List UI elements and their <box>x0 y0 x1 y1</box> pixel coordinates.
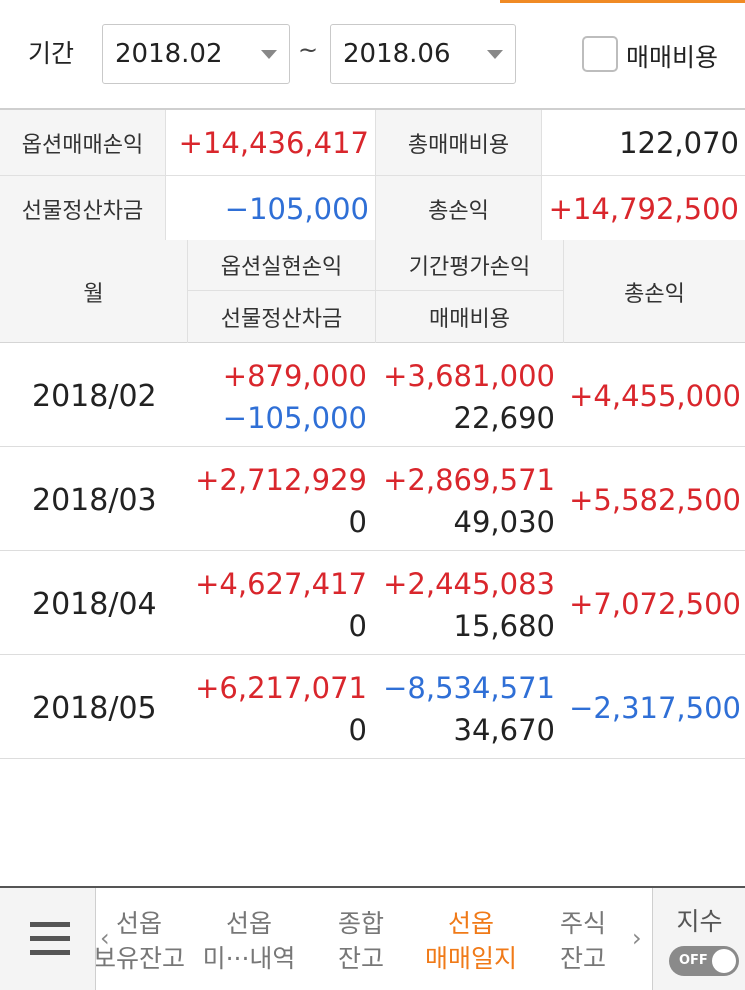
index-label: 지수 <box>676 907 723 936</box>
toggle-knob <box>712 949 736 973</box>
toggle-state-label: OFF <box>679 953 708 968</box>
row-option-realized: +4,627,417 <box>195 567 367 601</box>
tab-line1: 주식 <box>559 909 606 938</box>
index-panel: 지수 OFF <box>652 888 745 990</box>
summary-grid: 옵션매매손익 +14,436,417 총매매비용 122,070 선물정산차금 … <box>0 108 745 242</box>
period-filter: 기간 2018.02 ~ 2018.06 매매비용 <box>0 0 745 108</box>
index-toggle[interactable]: OFF <box>669 946 739 976</box>
row-period-eval: +3,681,000 <box>383 359 555 393</box>
row-fee: 22,690 <box>453 401 555 435</box>
table-header: 월 옵션실현손익 선물정산차금 기간평가손익 매매비용 총손익 <box>0 240 745 343</box>
period-from-value: 2018.02 <box>115 39 223 69</box>
header-futures-settle: 선물정산차금 <box>188 291 376 343</box>
period-from-select[interactable]: 2018.02 <box>102 24 290 84</box>
row-month: 2018/05 <box>32 691 157 726</box>
period-to-value: 2018.06 <box>343 39 451 69</box>
header-total: 총손익 <box>624 281 685 307</box>
include-fee-label[interactable]: 매매비용 <box>626 38 718 74</box>
table-row[interactable]: 2018/02 +879,000 −105,000 +3,681,000 22,… <box>0 343 745 447</box>
chevron-right-icon[interactable]: › <box>632 924 642 952</box>
header-option-realized: 옵션실현손익 <box>188 240 376 291</box>
row-period-eval: −8,534,571 <box>383 671 555 705</box>
period-label: 기간 <box>28 39 75 68</box>
period-separator: ~ <box>298 36 319 64</box>
tab-line2: 매매일지 <box>424 944 517 973</box>
tab-total-balance[interactable]: 종합 잔고 <box>306 906 416 976</box>
option-pl-value: +14,436,417 <box>166 110 376 176</box>
row-futures-settle: −105,000 <box>222 401 367 435</box>
row-month: 2018/03 <box>32 483 157 518</box>
bottom-nav: 선옵 보유잔고 선옵 미···내역 종합 잔고 선옵 매매일지 주식 잔고 ‹ … <box>0 886 745 990</box>
dropdown-caret-icon <box>487 50 503 59</box>
table-row[interactable]: 2018/05 +6,217,071 0 −8,534,571 34,670 −… <box>0 655 745 759</box>
chevron-left-icon[interactable]: ‹ <box>100 924 110 952</box>
row-futures-settle: 0 <box>348 609 367 643</box>
row-total: +5,582,500 <box>569 483 741 517</box>
header-period-eval: 기간평가손익 <box>376 240 564 291</box>
journal-table-body: 2018/02 +879,000 −105,000 +3,681,000 22,… <box>0 343 745 759</box>
row-fee: 34,670 <box>453 713 555 747</box>
row-option-realized: +879,000 <box>222 359 367 393</box>
tab-line2: 잔고 <box>337 944 384 973</box>
row-option-realized: +6,217,071 <box>195 671 367 705</box>
tab-line1: 선옵 <box>225 909 272 938</box>
row-month: 2018/02 <box>32 379 157 414</box>
tab-stock-balance[interactable]: 주식 잔고 <box>528 906 638 976</box>
row-total: −2,317,500 <box>569 691 741 725</box>
row-total: +7,072,500 <box>569 587 741 621</box>
total-fee-label: 총매매비용 <box>376 110 542 176</box>
hamburger-menu-icon[interactable] <box>0 888 96 990</box>
dropdown-caret-icon <box>261 50 277 59</box>
futures-settle-label: 선물정산차금 <box>0 176 166 242</box>
row-period-eval: +2,445,083 <box>383 567 555 601</box>
total-pl-value: +14,792,500 <box>542 176 745 242</box>
row-month: 2018/04 <box>32 587 157 622</box>
tab-futures-options-balance[interactable]: 선옵 보유잔고 <box>96 906 194 976</box>
tab-trade-journal[interactable]: 선옵 매매일지 <box>416 906 526 976</box>
tab-line2: 잔고 <box>559 944 606 973</box>
table-row[interactable]: 2018/04 +4,627,417 0 +2,445,083 15,680 +… <box>0 551 745 655</box>
total-fee-value: 122,070 <box>542 110 745 176</box>
tab-futures-options-unfilled[interactable]: 선옵 미···내역 <box>194 906 304 976</box>
futures-settle-value: −105,000 <box>166 176 376 242</box>
option-pl-label: 옵션매매손익 <box>0 110 166 176</box>
header-month: 월 <box>0 240 188 343</box>
table-row[interactable]: 2018/03 +2,712,929 0 +2,869,571 49,030 +… <box>0 447 745 551</box>
tab-line1: 선옵 <box>447 909 494 938</box>
row-fee: 49,030 <box>453 505 555 539</box>
tab-line2: 보유잔고 <box>96 944 185 973</box>
header-fee: 매매비용 <box>376 291 564 343</box>
tab-line2: 미···내역 <box>202 944 296 973</box>
row-total: +4,455,000 <box>569 379 741 413</box>
row-option-realized: +2,712,929 <box>195 463 367 497</box>
include-fee-checkbox[interactable] <box>582 36 618 72</box>
row-futures-settle: 0 <box>348 505 367 539</box>
menu-tabs: 선옵 보유잔고 선옵 미···내역 종합 잔고 선옵 매매일지 주식 잔고 ‹ … <box>96 888 652 990</box>
period-to-select[interactable]: 2018.06 <box>330 24 516 84</box>
row-futures-settle: 0 <box>348 713 367 747</box>
row-period-eval: +2,869,571 <box>383 463 555 497</box>
row-fee: 15,680 <box>453 609 555 643</box>
tab-line1: 선옵 <box>115 909 162 938</box>
total-pl-label: 총손익 <box>376 176 542 242</box>
tab-line1: 종합 <box>337 909 384 938</box>
